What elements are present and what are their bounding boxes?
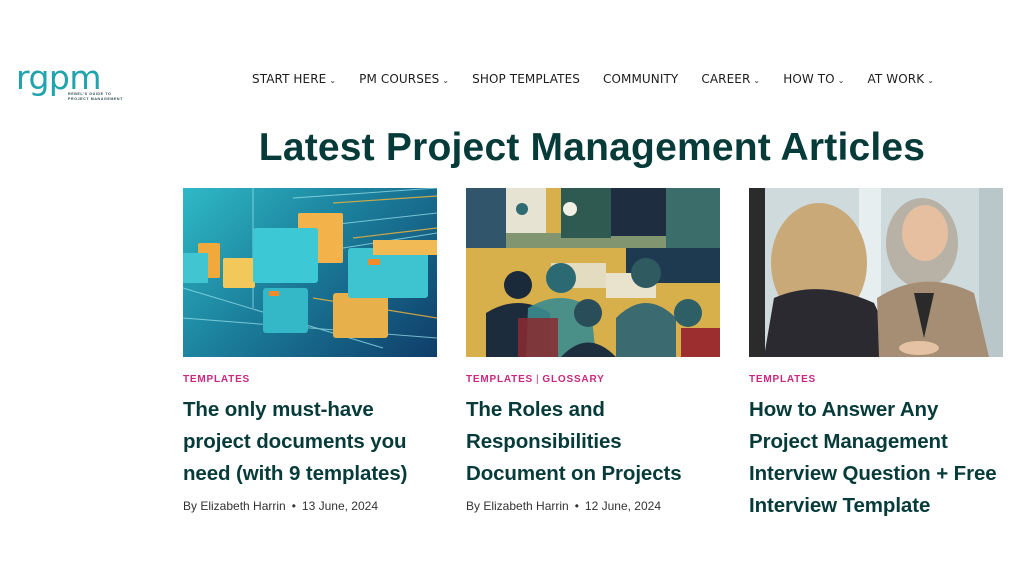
chevron-down-icon: ⌄ bbox=[927, 75, 934, 85]
article-categories: TEMPLATES bbox=[749, 374, 1003, 388]
article-author[interactable]: By Elizabeth Harrin bbox=[183, 499, 286, 513]
category-separator: | bbox=[536, 374, 540, 385]
article-author[interactable]: By Elizabeth Harrin bbox=[466, 499, 569, 513]
chevron-down-icon: ⌄ bbox=[442, 75, 450, 85]
article-card: TEMPLATES The only must-have project doc… bbox=[183, 188, 437, 513]
nav-start-here[interactable]: START HERE ⌄ bbox=[252, 72, 336, 86]
nav-label: CAREER bbox=[701, 72, 751, 86]
nav-shop-templates[interactable]: SHOP TEMPLATES bbox=[472, 72, 580, 86]
article-categories: TEMPLATES | GLOSSARY bbox=[466, 374, 720, 388]
article-date: 13 June, 2024 bbox=[301, 499, 378, 513]
article-date: 12 June, 2024 bbox=[584, 499, 661, 513]
nav-label: COMMUNITY bbox=[602, 72, 679, 86]
nav-how-to[interactable]: HOW TO ⌄ bbox=[783, 72, 844, 86]
nav-pm-courses[interactable]: PM COURSES ⌄ bbox=[359, 72, 449, 86]
meta-separator: • bbox=[291, 499, 296, 513]
article-meta: By Elizabeth Harrin • 13 June, 2024 bbox=[183, 499, 437, 513]
silhouettes-collage bbox=[466, 188, 720, 357]
nav-label: AT WORK bbox=[867, 72, 925, 86]
article-thumbnail[interactable] bbox=[183, 188, 437, 357]
folders-illustration bbox=[183, 188, 437, 349]
chevron-down-icon: ⌄ bbox=[837, 75, 845, 85]
category-link[interactable]: GLOSSARY bbox=[542, 374, 604, 385]
nav-label: PM COURSES bbox=[359, 72, 440, 86]
category-link[interactable]: TEMPLATES bbox=[466, 374, 533, 385]
nav-at-work[interactable]: AT WORK ⌄ bbox=[868, 72, 934, 86]
article-card: TEMPLATES How to Answer Any Project Mana… bbox=[749, 188, 1003, 522]
article-thumbnail[interactable] bbox=[749, 188, 1003, 357]
nav-community[interactable]: COMMUNITY bbox=[603, 72, 678, 86]
interview-photo bbox=[749, 188, 1003, 357]
nav-label: SHOP TEMPLATES bbox=[472, 72, 580, 86]
nav-label: START HERE bbox=[252, 72, 327, 86]
article-thumbnail[interactable] bbox=[466, 188, 720, 357]
category-link[interactable]: TEMPLATES bbox=[183, 374, 250, 385]
article-title[interactable]: The only must-have project documents you… bbox=[183, 394, 437, 490]
meta-separator: • bbox=[574, 499, 579, 513]
category-link[interactable]: TEMPLATES bbox=[749, 374, 816, 385]
nav-label: HOW TO bbox=[783, 72, 835, 86]
logo-wordmark: rgpm bbox=[16, 58, 102, 97]
chevron-down-icon: ⌄ bbox=[329, 75, 337, 85]
article-meta: By Elizabeth Harrin • 12 June, 2024 bbox=[466, 499, 720, 513]
article-categories: TEMPLATES bbox=[183, 374, 437, 388]
article-card: TEMPLATES | GLOSSARY The Roles and Respons… bbox=[466, 188, 720, 513]
nav-career[interactable]: CAREER ⌄ bbox=[701, 72, 760, 86]
chevron-down-icon: ⌄ bbox=[753, 75, 761, 85]
article-title[interactable]: How to Answer Any Project Management Int… bbox=[749, 394, 1003, 522]
main-nav: START HERE ⌄ PM COURSES ⌄ SHOP TEMPLATES C… bbox=[252, 72, 934, 86]
page-title: Latest Project Management Articles bbox=[258, 126, 926, 169]
article-title[interactable]: The Roles and Responsibilities Document … bbox=[466, 394, 720, 490]
logo-tagline: REBEL'S GUIDE TO PROJECT MANAGEMENT bbox=[68, 92, 123, 101]
site-logo[interactable]: rgpm REBEL'S GUIDE TO PROJECT MANAGEMENT bbox=[16, 58, 122, 104]
